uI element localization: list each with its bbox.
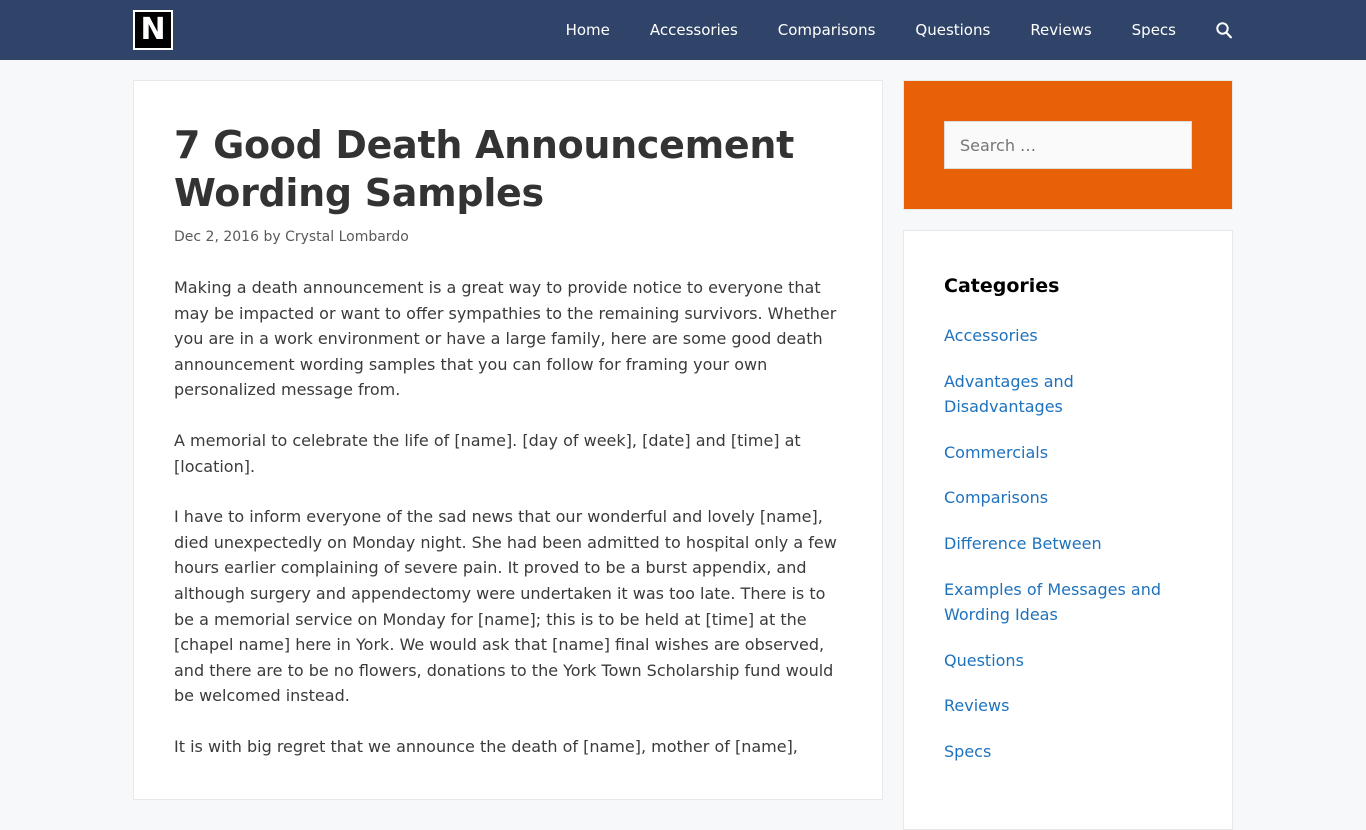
- category-item: Reviews: [944, 693, 1192, 719]
- category-link-advantages[interactable]: Advantages and Disadvantages: [944, 372, 1074, 417]
- category-link-comparisons[interactable]: Comparisons: [944, 488, 1048, 507]
- category-item: Questions: [944, 648, 1192, 674]
- article-paragraph: I have to inform everyone of the sad new…: [174, 507, 837, 706]
- site-logo[interactable]: N: [133, 10, 173, 50]
- page-title: 7 Good Death Announcement Wording Sample…: [174, 123, 795, 215]
- category-item: Comparisons: [944, 485, 1192, 511]
- category-link-accessories[interactable]: Accessories: [944, 326, 1038, 345]
- post-author[interactable]: Crystal Lombardo: [285, 229, 409, 245]
- search-widget: [903, 80, 1233, 210]
- category-item: Commercials: [944, 440, 1192, 466]
- post-meta: Dec 2, 2016 by Crystal Lombardo: [174, 229, 842, 245]
- nav-specs[interactable]: Specs: [1112, 0, 1196, 60]
- category-item: Difference Between: [944, 531, 1192, 557]
- nav-search-button[interactable]: [1196, 0, 1232, 60]
- byline-prefix: by: [263, 229, 281, 245]
- main-nav: Home Accessories Comparisons Questions R…: [546, 0, 1232, 60]
- categories-list: Accessories Advantages and Disadvantages…: [944, 323, 1192, 765]
- site-header: N Home Accessories Comparisons Questions…: [0, 0, 1366, 60]
- article-paragraph: It is with big regret that we announce t…: [174, 736, 798, 756]
- search-icon: [1216, 21, 1232, 38]
- category-item: Advantages and Disadvantages: [944, 369, 1192, 420]
- nav-reviews[interactable]: Reviews: [1010, 0, 1111, 60]
- category-link-specs[interactable]: Specs: [944, 742, 991, 761]
- nav-questions[interactable]: Questions: [895, 0, 1010, 60]
- category-item: Specs: [944, 739, 1192, 765]
- categories-widget: Categories Accessories Advantages and Di…: [903, 230, 1233, 830]
- post-date[interactable]: Dec 2, 2016: [174, 229, 259, 245]
- category-link-commercials[interactable]: Commercials: [944, 443, 1048, 462]
- article-content: Making a death announcement is a great w…: [174, 275, 842, 760]
- nav-comparisons[interactable]: Comparisons: [758, 0, 896, 60]
- article-paragraph: Making a death announcement is a great w…: [174, 278, 837, 400]
- category-link-questions[interactable]: Questions: [944, 651, 1024, 670]
- nav-accessories[interactable]: Accessories: [630, 0, 758, 60]
- category-link-examples[interactable]: Examples of Messages and Wording Ideas: [944, 580, 1161, 625]
- nav-home[interactable]: Home: [546, 0, 630, 60]
- categories-title: Categories: [944, 275, 1060, 297]
- category-item: Examples of Messages and Wording Ideas: [944, 577, 1192, 628]
- category-link-reviews[interactable]: Reviews: [944, 696, 1009, 715]
- article-container: 7 Good Death Announcement Wording Sample…: [133, 80, 883, 800]
- category-item: Accessories: [944, 323, 1192, 349]
- search-input[interactable]: [944, 121, 1192, 169]
- article-paragraph: A memorial to celebrate the life of [nam…: [174, 430, 801, 476]
- category-link-difference[interactable]: Difference Between: [944, 534, 1102, 553]
